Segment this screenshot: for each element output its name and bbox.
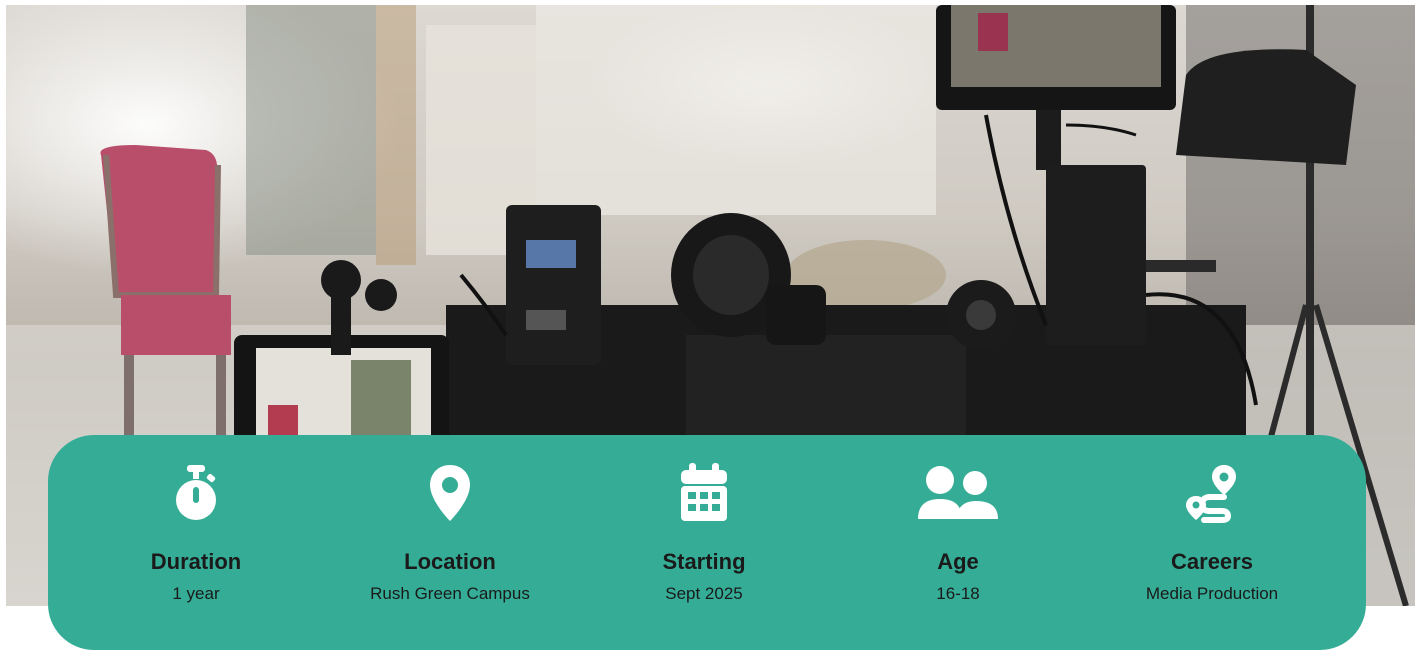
- age-label: Age: [937, 549, 979, 574]
- location-label: Location: [404, 549, 496, 574]
- starting-label: Starting: [662, 549, 746, 574]
- careers-label: Careers: [1171, 549, 1253, 574]
- duration-value: 1 year: [172, 584, 220, 603]
- careers-value: Media Production: [1145, 584, 1279, 603]
- location-value: Rush Green Campus: [370, 584, 530, 603]
- starting-value: Sept 2025: [665, 584, 743, 603]
- users-icon: [916, 463, 1000, 523]
- route-icon: [1184, 463, 1240, 523]
- course-info-panel: Duration 1 year Location Rush Green Camp…: [48, 435, 1366, 650]
- calendar-icon: [679, 463, 729, 523]
- age-value: 16-18: [936, 584, 980, 603]
- info-careers: Careers Media Production: [1082, 435, 1342, 650]
- info-location: Location Rush Green Campus: [320, 435, 580, 650]
- duration-label: Duration: [150, 549, 242, 574]
- info-duration: Duration 1 year: [66, 435, 326, 650]
- info-starting: Starting Sept 2025: [574, 435, 834, 650]
- info-age: Age 16-18: [828, 435, 1088, 650]
- stopwatch-icon: [172, 463, 220, 523]
- map-pin-icon: [428, 463, 472, 523]
